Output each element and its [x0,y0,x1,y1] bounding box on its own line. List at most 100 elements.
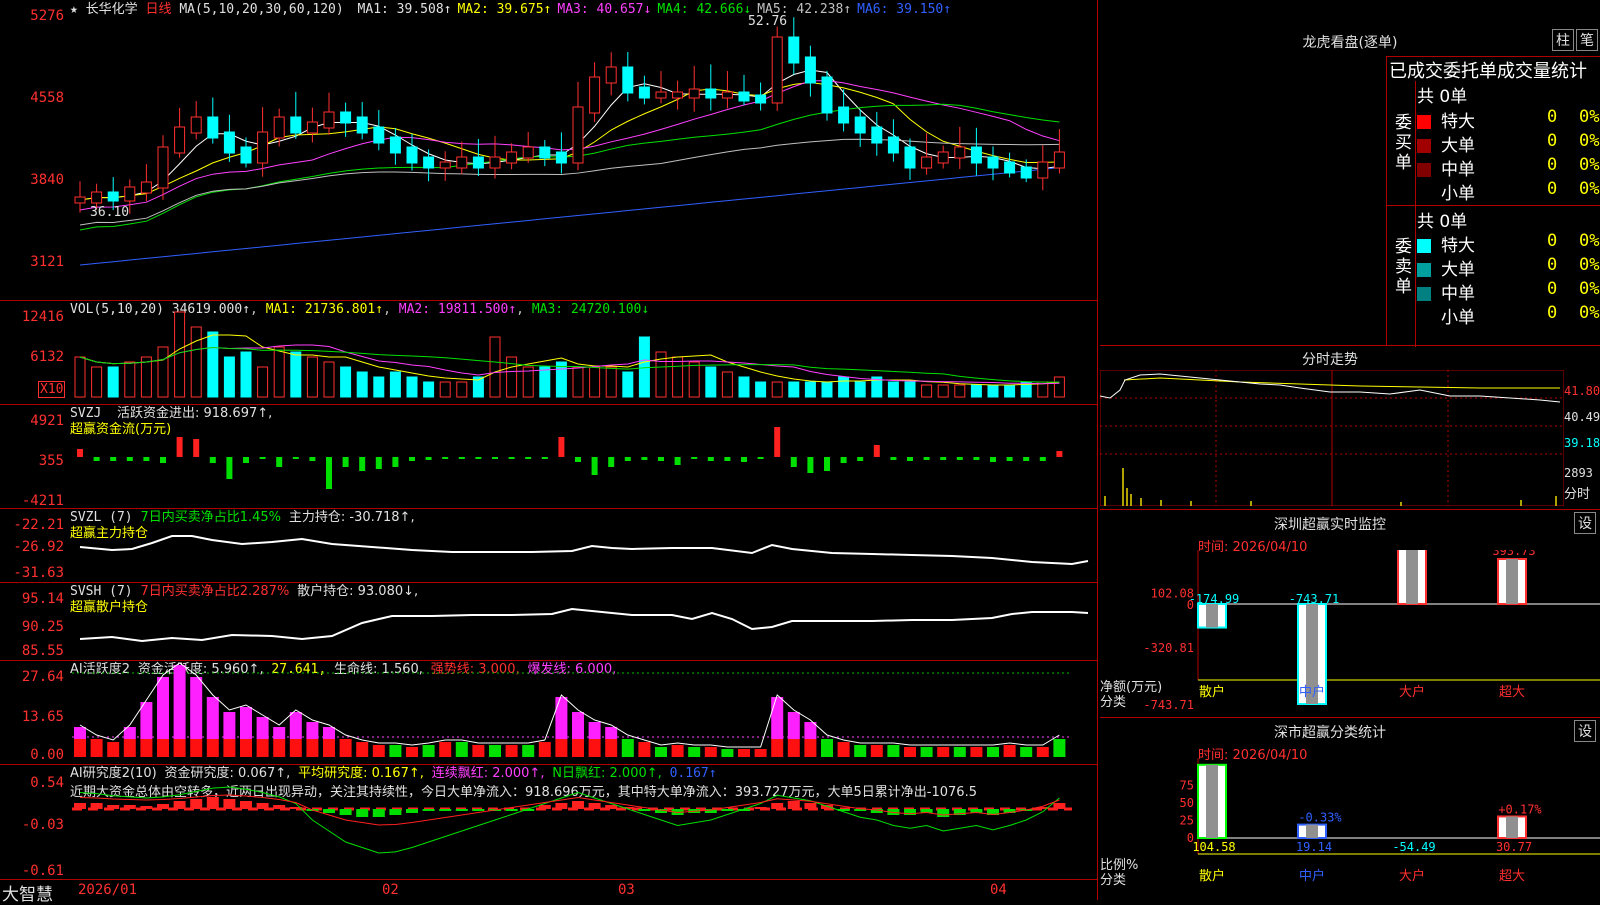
candle-body [472,156,484,169]
volume-bar [589,366,601,398]
candle-body [788,36,800,64]
ai-active-pane[interactable]: AI活跃度2 资金活跃度: 5.960↑, 27.641, 生命线: 1.560… [0,660,1098,764]
candle-body [423,156,435,169]
ai-bar-magenta [588,722,601,739]
ai-active-ytick: 13.65 [21,709,64,725]
volume-bar [107,366,119,398]
ai-research-bar [804,803,817,809]
svzj-bar [492,457,498,459]
candle-body [373,126,385,144]
ai-bar [190,739,203,757]
cls-ytick: 25 [1180,814,1194,828]
sell-pct: 0% [1579,303,1600,323]
svzj-pane[interactable]: SVZJ 活跃资金进出: 918.697↑, 超赢资金流(万元) 4921 35… [0,404,1098,509]
ai-research-bar [173,801,186,809]
ai-research-bar [538,805,551,809]
candle-body [589,76,601,114]
candle-body [921,156,933,169]
ai-bar [688,747,701,757]
svsh-pane[interactable]: SVSH (7) 7日内买卖净占比2.287% 散户持仓: 93.080↓, 超… [0,582,1098,660]
ai-research-bar [339,809,352,815]
buy-row: 特大 0 0% [1417,107,1600,132]
intraday-ytick: 40.49 [1564,410,1600,424]
ai-bar [522,745,535,757]
ai-bar [887,745,900,757]
ai-bar [140,739,153,757]
ai-research-bar [74,803,86,809]
ai-bar [256,739,269,757]
ai-research-bar [422,809,435,811]
tick-mode-button[interactable]: 笔 [1576,29,1598,51]
volume-bar [306,356,318,398]
candle-body [323,111,335,129]
ai-bar [953,747,966,757]
ai-bar [937,747,950,757]
ai-bar [738,749,750,757]
price-pane[interactable]: ★ 长华化学 日线 MA(5,10,20,30,60,120) MA1: 39.… [0,0,1098,300]
price-candles [74,17,1065,266]
sz-category: 超大 [1499,685,1525,700]
ai-bar [406,747,418,757]
volume-pane[interactable]: VOL(5,10,20) 34619.000↑, MA1: 21736.801↑… [0,300,1098,404]
ai-research-bar [190,799,203,809]
sell-rows: 特大 0 0% 大单 0 0% 中单 0 0% 小单 0 0% [1417,231,1600,328]
candle-body [207,116,219,139]
candle-body [1053,151,1065,169]
sell-pct: 0% [1579,279,1600,299]
sell-row: 中单 0 0% [1417,279,1600,304]
cls-category: 超大 [1499,869,1525,884]
ai-bar [870,745,883,757]
svzj-bar [160,457,166,463]
ai-bar [157,739,169,757]
candle-body [838,106,850,124]
ai-bar [920,747,933,757]
ai-research-bar [107,805,120,809]
svzj-bar [475,457,482,459]
ai-research-bar [821,805,833,809]
ai-bar [289,739,302,757]
ai-bar [1020,747,1033,757]
bar-mode-button[interactable]: 柱 [1552,29,1574,51]
candle-body [821,76,833,114]
ai-bar [240,739,252,757]
ai-research-bar [90,803,103,809]
ai-bar-magenta [140,702,153,739]
ai-active-ytick: 0.00 [30,747,64,763]
svzj-bar [292,457,299,459]
buy-row: 小单 0 0% [1417,179,1600,204]
x-label: 03 [618,882,635,898]
ai-bar-magenta [74,727,86,739]
svzj-bar [591,457,598,475]
sz-bar-label: 393.73 [1492,550,1535,558]
sell-pct: 0% [1579,255,1600,275]
ai-research-pane[interactable]: AI研究度2(10) 资金研究度: 0.067↑, 平均研究度: 0.167↑,… [0,764,1098,879]
volume-bar [257,366,269,398]
candle-body [223,131,235,154]
candle-body [456,156,468,169]
intraday-ytick: 2893 [1564,466,1593,480]
cls-settings-button[interactable]: 设 [1574,720,1596,742]
buy-name: 中单 [1441,160,1475,180]
ai-research-ytick: 0.54 [30,775,64,791]
candle-body [174,126,186,154]
candle-body [804,56,816,84]
svzl-pane[interactable]: SVZL (7) 7日内买卖净占比1.45% 主力持仓: -30.718↑, 超… [0,508,1098,582]
sz-bar-chart: 524.97102.080-320.81-743.71-174.99散户-743… [1143,550,1600,712]
ai-research-bar [256,803,269,809]
ai-bar [472,745,485,757]
ai-research-bar [273,805,286,809]
ma-line-6 [79,167,1060,266]
svzj-bar [757,457,764,459]
volume-bar [223,356,235,398]
svzj-bar [724,457,731,461]
sell-name: 中单 [1441,284,1475,304]
volume-bar [290,351,302,398]
ai-research-bar [123,805,136,809]
sz-monitor-panel: 深圳超赢实时监控 设 时间: 2026/04/10 净额(万元) 分类 524.… [1100,510,1600,718]
ai-bar-magenta [323,727,335,739]
volume-bar [74,356,86,398]
volume-bar [423,381,435,398]
candle-body [622,66,634,94]
sz-settings-button[interactable]: 设 [1574,512,1596,534]
buy-swatch [1417,139,1431,153]
